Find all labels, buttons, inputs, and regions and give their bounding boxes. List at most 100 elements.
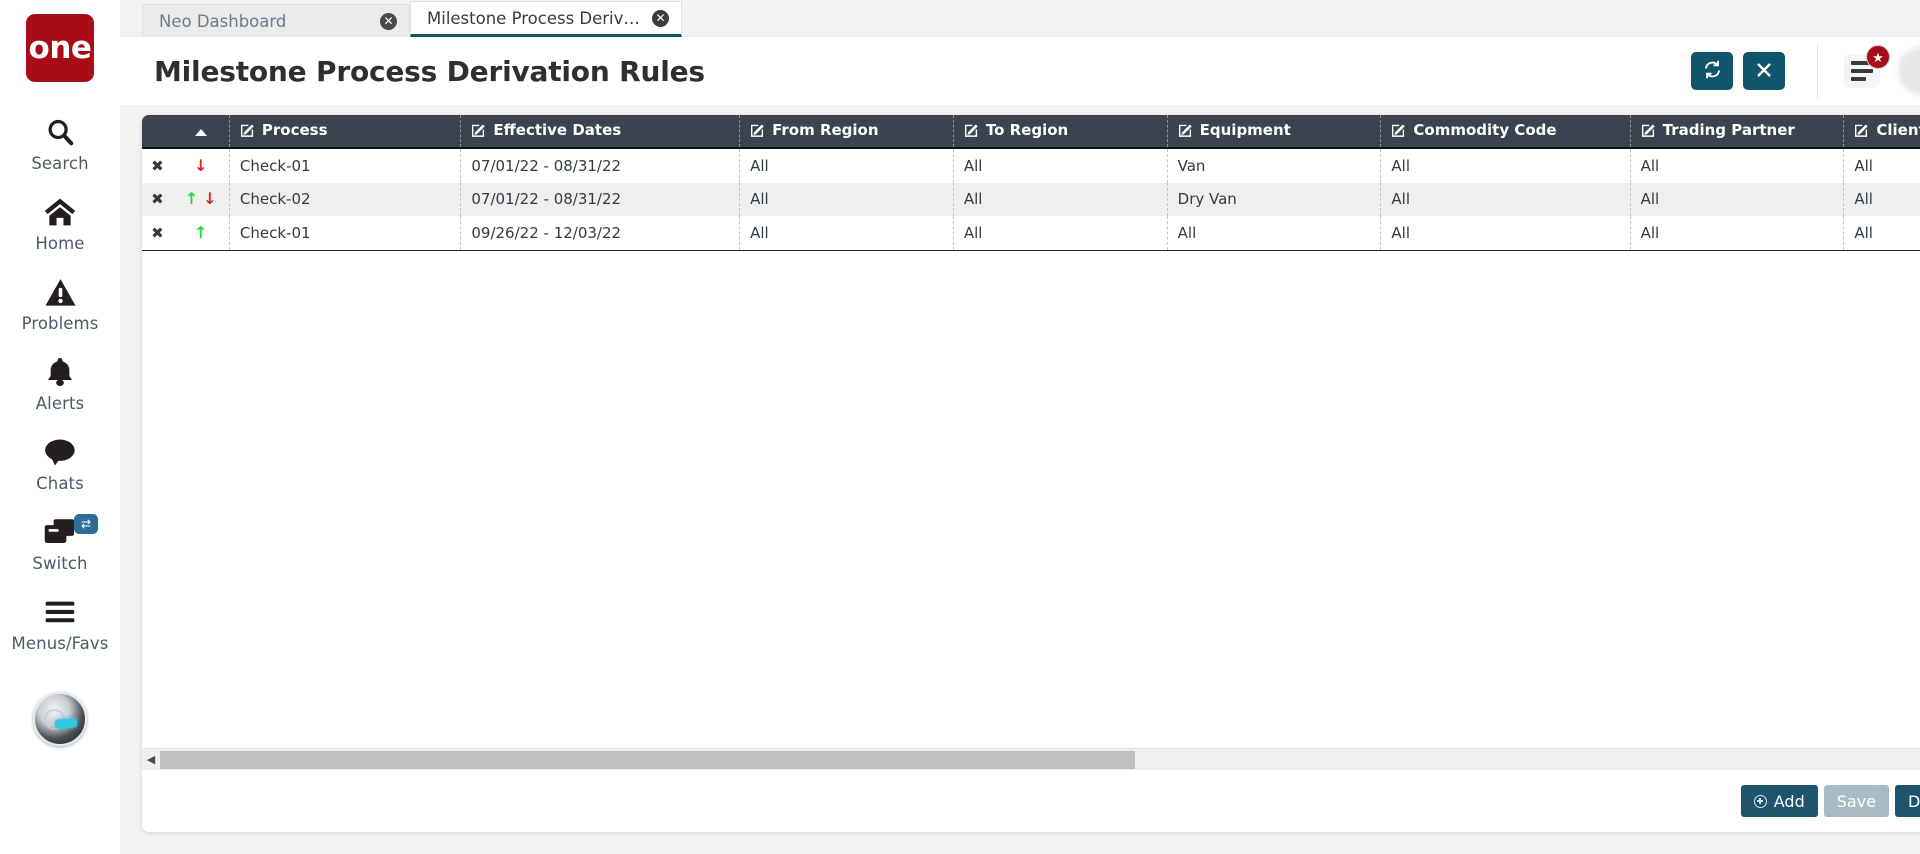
column-header-process[interactable]: Process xyxy=(229,115,462,149)
cell-trading-partner[interactable]: All xyxy=(1630,182,1845,216)
sidebar-item-chats[interactable]: Chats xyxy=(0,424,120,504)
scrollbar-thumb[interactable] xyxy=(160,750,1135,769)
rules-card: Process Effective Dates From Region To R… xyxy=(142,115,1920,832)
close-icon[interactable]: ✕ xyxy=(652,9,669,27)
avatar xyxy=(1898,47,1920,95)
sidebar-item-label: Chats xyxy=(36,474,84,493)
tab-strip: Neo Dashboard ✕ Milestone Process Deriva… xyxy=(120,0,1920,37)
cell-trading-partner[interactable]: All xyxy=(1630,148,1845,183)
column-header-sort[interactable] xyxy=(172,115,230,149)
delete-row-icon[interactable]: ✖ xyxy=(151,157,164,175)
edit-icon xyxy=(240,123,255,142)
table-head: Process Effective Dates From Region To R… xyxy=(142,115,1920,149)
cell-effective-dates[interactable]: 07/01/22 - 08/31/22 xyxy=(460,148,741,183)
switch-badge-icon[interactable]: ⇄ xyxy=(74,514,98,534)
sidebar-item-label: Alerts xyxy=(35,394,85,413)
table-row[interactable]: ✖ ↑ Check-01 09/26/22 - 12/03/22 All All… xyxy=(142,216,1920,251)
horizontal-scrollbar[interactable]: ◀ ▶ xyxy=(142,748,1920,770)
cell-client-partner[interactable]: All xyxy=(1843,148,1920,183)
cell-to-region[interactable]: All xyxy=(953,216,1168,251)
sidebar-item-home[interactable]: Home xyxy=(0,184,120,264)
warning-icon xyxy=(45,275,76,309)
hamburger-icon xyxy=(44,595,76,629)
tab-milestone-process-derivation-rules[interactable]: Milestone Process Derivation Rul... ✕ xyxy=(410,1,682,37)
cell-client-partner[interactable]: All xyxy=(1843,216,1920,251)
cell-to-region[interactable]: All xyxy=(953,182,1168,216)
cell-equipment[interactable]: Dry Van xyxy=(1167,182,1382,216)
row-delete-cell[interactable]: ✖ xyxy=(142,148,173,183)
reorder-arrows: ↑ xyxy=(173,216,229,250)
logo-text: one xyxy=(28,30,92,66)
move-down-icon[interactable]: ↓ xyxy=(194,157,207,174)
cell-trading-partner[interactable]: All xyxy=(1630,216,1845,251)
cell-equipment[interactable]: All xyxy=(1167,216,1382,251)
tab-label: Milestone Process Derivation Rul... xyxy=(427,8,642,28)
main-region: Neo Dashboard ✕ Milestone Process Deriva… xyxy=(120,0,1920,854)
sidebar-item-alerts[interactable]: Alerts xyxy=(0,344,120,424)
row-delete-cell[interactable]: ✖ xyxy=(142,216,173,251)
cell-commodity-code[interactable]: All xyxy=(1380,216,1631,251)
tab-neo-dashboard[interactable]: Neo Dashboard ✕ xyxy=(142,4,410,37)
table-row[interactable]: ✖ ↓ Check-01 07/01/22 - 08/31/22 All All… xyxy=(142,148,1920,183)
column-header-effective-dates[interactable]: Effective Dates xyxy=(460,115,741,149)
delete-row-icon[interactable]: ✖ xyxy=(151,190,164,208)
grid-scroller[interactable]: Process Effective Dates From Region To R… xyxy=(142,115,1920,748)
column-header-to-region[interactable]: To Region xyxy=(953,115,1168,149)
download-csv-button[interactable]: Download CSV for upload xyxy=(1895,785,1920,817)
sidebar-item-search[interactable]: Search xyxy=(0,104,120,184)
column-header-client-partner[interactable]: Client Partner xyxy=(1843,115,1920,149)
add-button[interactable]: Add xyxy=(1740,785,1818,817)
sidebar-item-menus-favs[interactable]: Menus/Favs xyxy=(0,584,120,664)
column-header-from-region[interactable]: From Region xyxy=(739,115,954,149)
table-row[interactable]: ✖ ↑ ↓ Check-02 07/01/22 - 08/31/22 All A… xyxy=(142,182,1920,216)
table-body: ✖ ↓ Check-01 07/01/22 - 08/31/22 All All… xyxy=(142,148,1920,251)
sidebar-item-problems[interactable]: Problems xyxy=(0,264,120,344)
sidebar-item-label: Menus/Favs xyxy=(11,634,109,653)
row-delete-cell[interactable]: ✖ xyxy=(142,182,173,216)
scrollbar-track[interactable] xyxy=(160,750,1920,769)
assistant-avatar[interactable] xyxy=(33,692,87,746)
sidebar-item-switch[interactable]: ⇄ Switch xyxy=(0,504,120,584)
cell-equipment[interactable]: Van xyxy=(1167,148,1382,183)
table-header-row: Process Effective Dates From Region To R… xyxy=(142,115,1920,149)
column-header-equipment[interactable]: Equipment xyxy=(1167,115,1382,149)
favorites-star-badge[interactable]: ★ xyxy=(1866,45,1890,69)
move-down-icon[interactable]: ↓ xyxy=(203,191,216,207)
cell-process[interactable]: Check-01 xyxy=(229,216,462,251)
plus-circle-icon xyxy=(1753,794,1767,808)
delete-row-icon[interactable]: ✖ xyxy=(151,224,164,242)
move-up-icon[interactable]: ↑ xyxy=(185,191,198,207)
sort-ascending-icon xyxy=(194,129,207,136)
header-menu-button[interactable]: ★ xyxy=(1844,45,1890,88)
edit-icon xyxy=(1854,123,1869,142)
cell-process[interactable]: Check-02 xyxy=(229,182,462,216)
cell-commodity-code[interactable]: All xyxy=(1380,182,1631,216)
column-header-label: Process xyxy=(261,120,328,139)
cell-process[interactable]: Check-01 xyxy=(229,148,462,183)
edit-icon xyxy=(964,123,979,142)
close-page-button[interactable] xyxy=(1743,52,1785,90)
cell-from-region[interactable]: All xyxy=(739,182,954,216)
cell-client-partner[interactable]: All xyxy=(1843,182,1920,216)
cell-commodity-code[interactable]: All xyxy=(1380,148,1631,183)
row-reorder-cell[interactable]: ↓ xyxy=(172,148,230,183)
cell-effective-dates[interactable]: 09/26/22 - 12/03/22 xyxy=(460,216,741,251)
cell-to-region[interactable]: All xyxy=(953,148,1168,183)
row-reorder-cell[interactable]: ↑ ↓ xyxy=(172,182,230,216)
move-up-icon[interactable]: ↑ xyxy=(194,224,207,241)
left-sidebar: one Search Home Problems Alerts Chats ⇄ … xyxy=(0,0,120,854)
grid-wrapper: Process Effective Dates From Region To R… xyxy=(142,115,1920,748)
save-button[interactable]: Save xyxy=(1823,785,1890,817)
cell-effective-dates[interactable]: 07/01/22 - 08/31/22 xyxy=(460,182,741,216)
row-reorder-cell[interactable]: ↑ xyxy=(172,216,230,251)
one-network-logo[interactable]: one xyxy=(26,14,94,82)
cell-from-region[interactable]: All xyxy=(739,148,954,183)
column-header-commodity-code[interactable]: Commodity Code xyxy=(1380,115,1631,149)
scroll-left-arrow-icon[interactable]: ◀ xyxy=(142,749,160,771)
user-account-block[interactable]: TMS.TRANSPORTATION_MANAGER xyxy=(1898,44,1920,99)
column-header-trading-partner[interactable]: Trading Partner xyxy=(1630,115,1845,149)
close-icon[interactable]: ✕ xyxy=(380,12,397,30)
cell-from-region[interactable]: All xyxy=(739,216,954,251)
refresh-button[interactable] xyxy=(1691,52,1733,90)
edit-icon xyxy=(750,123,765,142)
